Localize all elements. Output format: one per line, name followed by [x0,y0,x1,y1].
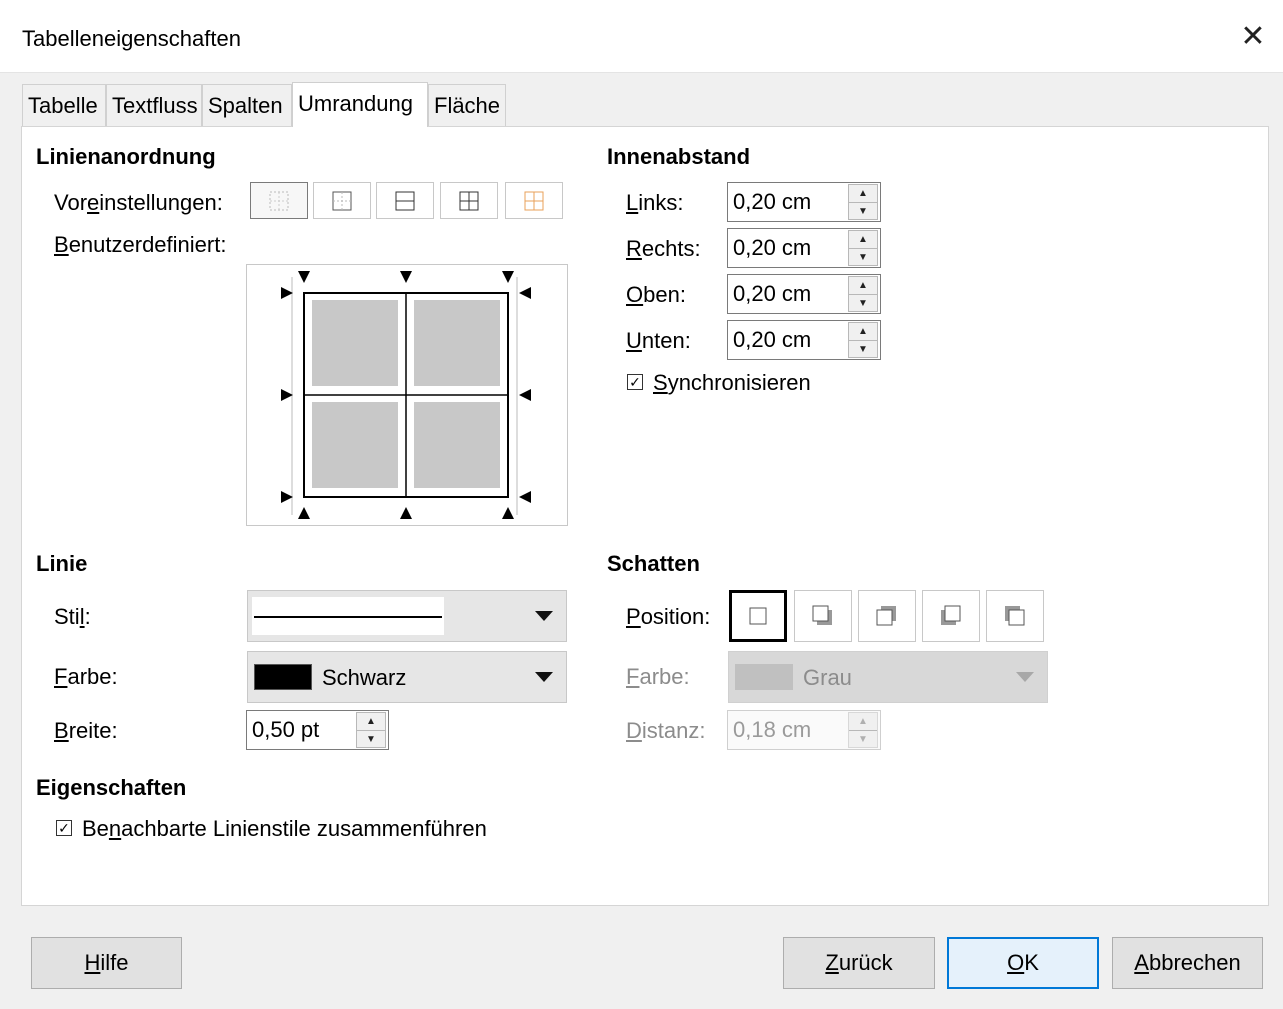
dialog-title: Tabelleneigenschaften [22,26,241,51]
tab-umrandung[interactable]: Umrandung [292,82,428,127]
preset-outer-horizontal-icon [395,191,415,210]
spin-up-icon[interactable]: ▲ [849,323,877,340]
shadow-color-dropdown[interactable]: Grau [728,651,1048,703]
tab-spalten[interactable]: Spalten [202,84,292,126]
presets-label: Voreinstellungen: [54,190,223,215]
shadow-none-button[interactable] [729,590,787,642]
border-preview-canvas[interactable] [247,265,567,525]
padding-bottom-spinner[interactable]: ▲ ▼ [848,322,878,358]
shadow-heading: Schatten [607,551,700,576]
shadow-top-right-icon [876,606,896,626]
preset-all-icon [459,191,479,210]
sync-checkbox[interactable]: ✓ [627,374,643,390]
spin-up-icon[interactable]: ▲ [849,277,877,294]
ok-button[interactable]: OK [947,937,1099,989]
custom-label: Benutzerdefiniert: [54,232,227,257]
tab-tabelle[interactable]: Tabelle [22,84,106,126]
back-button[interactable]: Zurück [783,937,935,989]
spin-up-icon[interactable]: ▲ [849,231,877,248]
shadow-color-label: Farbe: [626,664,690,689]
shadow-position-label: Position: [626,604,711,629]
preset-all-button[interactable] [440,182,498,219]
tab-flaeche[interactable]: Fläche [428,84,506,126]
line-style-preview [252,597,444,635]
line-style-dropdown[interactable] [247,590,567,642]
line-color-dropdown[interactable]: Schwarz [247,651,567,703]
checkmark-icon: ✓ [629,374,641,390]
preset-outer-icon [332,191,352,210]
checkmark-icon: ✓ [58,820,70,836]
padding-left-label: Links: [626,190,684,215]
preset-none-icon [269,191,289,210]
line-color-value: Schwarz [322,665,407,690]
shadow-bottom-right-icon [812,605,832,625]
color-swatch-icon [254,664,312,690]
color-swatch-icon [735,664,793,690]
spin-down-icon[interactable]: ▼ [849,248,877,266]
padding-bottom-label: Unten: [626,328,691,353]
properties-heading: Eigenschaften [36,775,187,800]
merge-line-styles-label[interactable]: Benachbarte Linienstile zusammenführen [82,816,487,842]
chevron-down-icon [535,672,553,682]
preset-outer-horizontal-button[interactable] [376,182,434,219]
spin-down-icon[interactable]: ▼ [849,202,877,220]
shadow-top-left-icon [1005,606,1025,626]
preset-outer-inner-icon [524,191,544,210]
border-preview[interactable] [246,264,568,526]
line-style-label: Stil: [54,604,91,629]
tab-textfluss[interactable]: Textfluss [106,84,202,126]
line-width-label: Breite: [54,718,118,743]
padding-heading: Innenabstand [607,144,751,169]
padding-top-label: Oben: [626,282,686,307]
close-icon[interactable]: ✕ [1238,22,1268,52]
spin-up-icon[interactable]: ▲ [357,713,385,730]
merge-line-styles-checkbox[interactable]: ✓ [56,820,72,836]
spin-down-icon[interactable]: ▼ [849,340,877,358]
spin-up-icon[interactable]: ▲ [849,713,877,730]
line-color-label: Farbe: [54,664,118,689]
shadow-distance-spinner[interactable]: ▲ ▼ [848,712,878,748]
chevron-down-icon [535,611,553,621]
shadow-color-value: Grau [803,665,852,690]
spin-down-icon[interactable]: ▼ [849,730,877,748]
padding-top-spinner[interactable]: ▲ ▼ [848,276,878,312]
cancel-button[interactable]: Abbrechen [1112,937,1263,989]
shadow-top-right-button[interactable] [858,590,916,642]
padding-right-label: Rechts: [626,236,701,261]
shadow-distance-label: Distanz: [626,718,706,743]
preset-outer-button[interactable] [313,182,371,219]
sync-label[interactable]: Synchronisieren [653,370,811,396]
shadow-bottom-left-button[interactable] [922,590,980,642]
chevron-down-icon [1016,672,1034,682]
spin-down-icon[interactable]: ▼ [849,294,877,312]
help-button[interactable]: Hilfe [31,937,182,989]
shadow-none-icon [749,607,767,625]
shadow-top-left-button[interactable] [986,590,1044,642]
shadow-bottom-right-button[interactable] [794,590,852,642]
line-width-spinner[interactable]: ▲ ▼ [356,712,386,748]
spin-up-icon[interactable]: ▲ [849,185,877,202]
padding-right-spinner[interactable]: ▲ ▼ [848,230,878,266]
line-arrangement-heading: Linienanordnung [36,144,216,169]
spin-down-icon[interactable]: ▼ [357,730,385,748]
line-heading: Linie [36,551,88,576]
padding-left-spinner[interactable]: ▲ ▼ [848,184,878,220]
preset-outer-inner-button[interactable] [505,182,563,219]
shadow-bottom-left-icon [941,605,961,625]
preset-none-button[interactable] [250,182,308,219]
